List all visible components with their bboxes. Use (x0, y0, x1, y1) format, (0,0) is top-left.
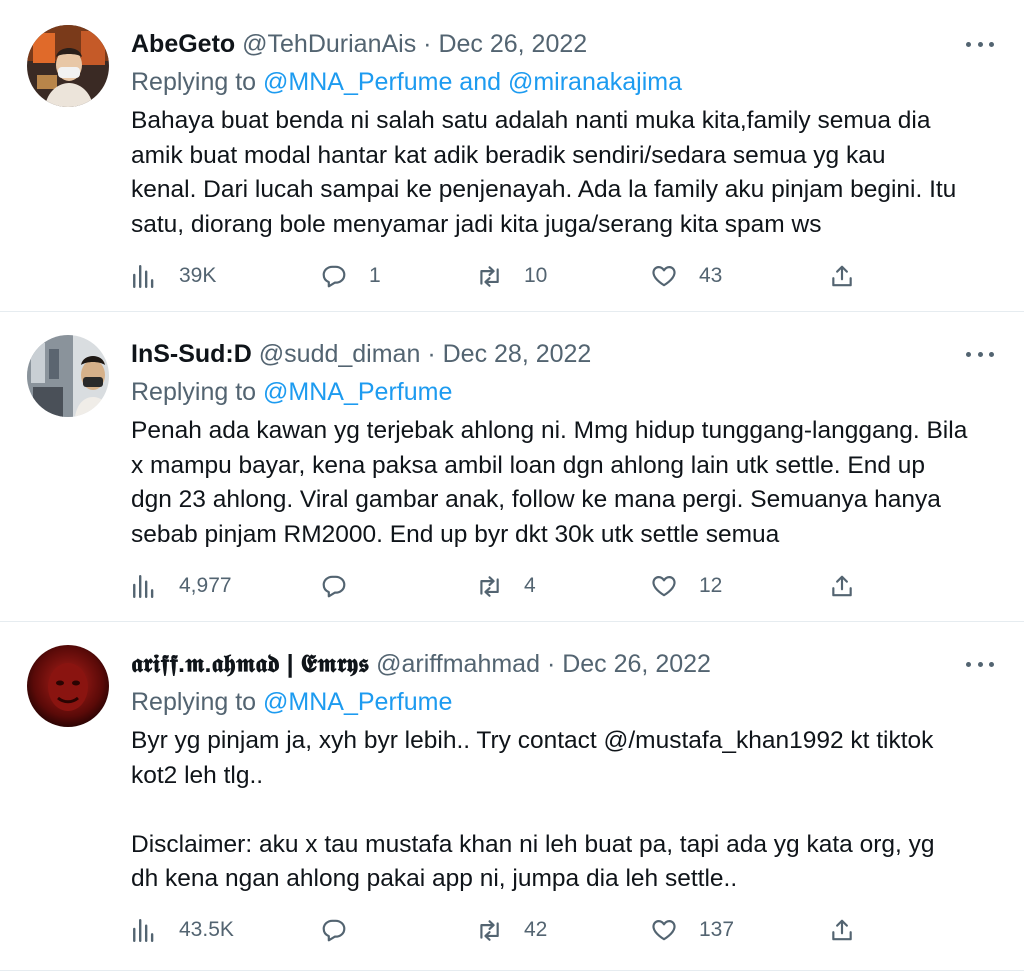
retweet-button[interactable]: 10 (476, 261, 547, 291)
views-button[interactable]: 39K (131, 261, 216, 291)
share-button[interactable] (829, 915, 855, 945)
retweet-arrows-icon (480, 920, 499, 941)
like-button[interactable]: 137 (651, 915, 734, 945)
tweet-actions: 4,977 4 12 (131, 571, 861, 601)
tweet-text: Penah ada kawan yg terjebak ahlong ni. M… (131, 417, 968, 548)
views-count: 39K (179, 264, 217, 287)
tweet[interactable]: AbeGeto @TehDurianAis · Dec 26, 2022 Rep… (0, 0, 1024, 312)
more-icon[interactable] (966, 660, 994, 668)
reply-button[interactable] (321, 571, 369, 601)
separator-dot: · (546, 650, 556, 678)
speech-bubble-icon (322, 575, 346, 598)
display-name[interactable]: 𝖆𝖗𝖎𝖋𝖋.𝖒.𝖆𝖍𝖒𝖆𝖉 | 𝕰𝖒𝖗𝖞𝖘 (131, 650, 369, 678)
tweet[interactable]: 𝖆𝖗𝖎𝖋𝖋.𝖒.𝖆𝖍𝖒𝖆𝖉 | 𝕰𝖒𝖗𝖞𝖘 @ariffmahmad · Dec… (0, 622, 1024, 971)
speech-bubble-icon (322, 265, 346, 288)
views-count: 4,977 (179, 574, 232, 597)
tweet-content: AbeGeto @TehDurianAis · Dec 26, 2022 Rep… (131, 28, 984, 242)
display-name[interactable]: InS-Sud:D (131, 340, 252, 368)
username[interactable]: @ariffmahmad (376, 650, 540, 678)
reply-button[interactable] (321, 915, 369, 945)
replying-mentions[interactable]: @MNA_Perfume and @miranakajima (263, 68, 682, 96)
timestamp[interactable]: Dec 26, 2022 (438, 30, 587, 58)
timestamp[interactable]: Dec 26, 2022 (562, 650, 711, 678)
username[interactable]: @TehDurianAis (242, 30, 416, 58)
replying-to: Replying to @MNA_Perfume (131, 686, 984, 718)
more-icon[interactable] (966, 350, 994, 358)
bar-chart-icon (133, 265, 154, 289)
like-count: 43 (699, 264, 723, 287)
bar-chart-icon (133, 919, 154, 943)
tweet-header: 𝖆𝖗𝖎𝖋𝖋.𝖒.𝖆𝖍𝖒𝖆𝖉 | 𝕰𝖒𝖗𝖞𝖘 @ariffmahmad · Dec… (131, 648, 984, 680)
retweet-button[interactable]: 42 (476, 915, 547, 945)
display-name[interactable]: AbeGeto (131, 30, 235, 58)
avatar[interactable] (27, 645, 109, 727)
like-button[interactable]: 43 (651, 261, 722, 291)
tweet-content: 𝖆𝖗𝖎𝖋𝖋.𝖒.𝖆𝖍𝖒𝖆𝖉 | 𝕰𝖒𝖗𝖞𝖘 @ariffmahmad · Dec… (131, 648, 984, 897)
like-count: 137 (699, 918, 735, 941)
replying-prefix: Replying to (131, 68, 257, 96)
tweet-content: InS-Sud:D @sudd_diman · Dec 28, 2022 Rep… (131, 338, 984, 552)
retweet-button[interactable]: 4 (476, 571, 536, 601)
tweet[interactable]: InS-Sud:D @sudd_diman · Dec 28, 2022 Rep… (0, 312, 1024, 622)
retweet-count: 4 (524, 574, 536, 597)
tweet-actions: 39K 1 10 43 (131, 261, 861, 291)
share-button[interactable] (829, 261, 855, 291)
avatar[interactable] (27, 335, 109, 417)
replying-to: Replying to @MNA_Perfume (131, 376, 984, 408)
like-count: 12 (699, 574, 723, 597)
heart-icon (652, 920, 676, 941)
tweet-actions: 43.5K 42 137 (131, 915, 861, 945)
like-button[interactable]: 12 (651, 571, 722, 601)
retweet-count: 10 (524, 264, 548, 287)
heart-icon (652, 266, 676, 287)
tweet-text: Bahaya buat benda ni salah satu adalah n… (131, 107, 957, 238)
separator-dot: · (423, 30, 432, 58)
replying-mentions[interactable]: @MNA_Perfume (263, 378, 452, 406)
replying-to: Replying to @MNA_Perfume and @miranakaji… (131, 66, 984, 98)
views-button[interactable]: 4,977 (131, 571, 232, 601)
retweet-arrows-icon (480, 576, 499, 597)
replying-prefix: Replying to (131, 378, 257, 406)
share-upload-icon (832, 919, 852, 941)
tweet-header: AbeGeto @TehDurianAis · Dec 26, 2022 (131, 28, 984, 60)
more-icon[interactable] (966, 40, 994, 48)
avatar[interactable] (27, 25, 109, 107)
share-upload-icon (832, 265, 852, 287)
share-upload-icon (832, 575, 852, 597)
replying-mentions[interactable]: @MNA_Perfume (263, 688, 452, 716)
views-button[interactable]: 43.5K (131, 915, 234, 945)
retweet-count: 42 (524, 918, 548, 941)
bar-chart-icon (133, 575, 154, 599)
reply-button[interactable]: 1 (321, 261, 381, 291)
reply-count: 1 (369, 264, 381, 287)
separator-dot: · (427, 340, 436, 368)
replying-prefix: Replying to (131, 688, 257, 716)
heart-icon (652, 576, 676, 597)
username[interactable]: @sudd_diman (259, 340, 421, 368)
retweet-arrows-icon (480, 266, 499, 287)
tweet-header: InS-Sud:D @sudd_diman · Dec 28, 2022 (131, 338, 984, 370)
speech-bubble-icon (322, 919, 346, 942)
reply-feed: AbeGeto @TehDurianAis · Dec 26, 2022 Rep… (0, 0, 1024, 971)
timestamp[interactable]: Dec 28, 2022 (443, 340, 592, 368)
share-button[interactable] (829, 571, 855, 601)
views-count: 43.5K (179, 918, 234, 941)
tweet-text: Byr yg pinjam ja, xyh byr lebih.. Try co… (131, 727, 935, 892)
